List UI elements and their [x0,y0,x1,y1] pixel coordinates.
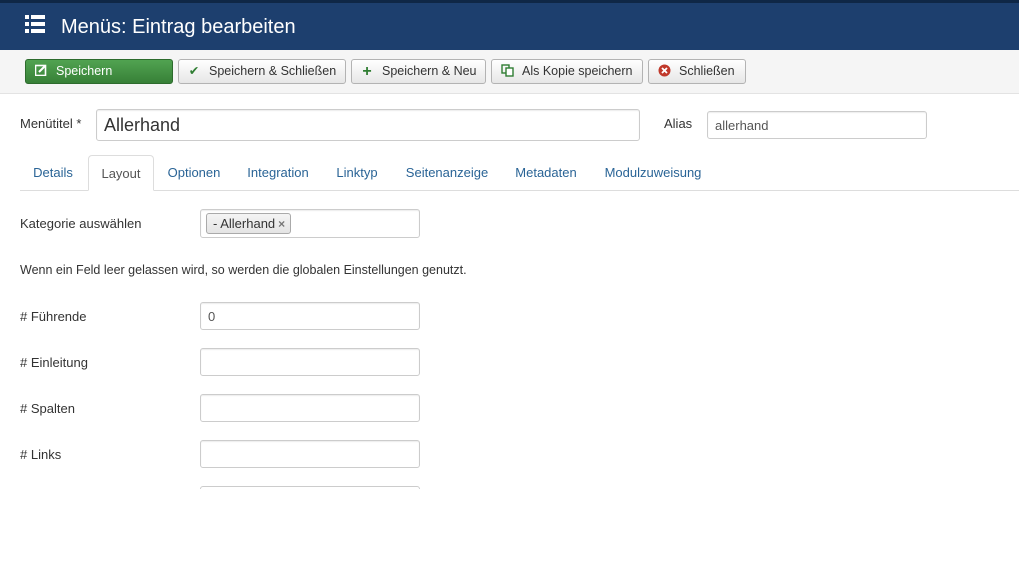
alias-input[interactable] [707,111,927,139]
check-icon: ✔ [188,64,200,78]
tab-bar: Details Layout Optionen Integration Link… [20,155,1019,191]
tab-module-assignment[interactable]: Modulzuweisung [590,155,716,191]
links-input[interactable] [200,440,420,468]
menu-title-input[interactable] [96,109,640,141]
edit-icon [26,60,56,83]
page-title: Menüs: Eintrag bearbeiten [61,16,296,38]
leading-label: # Führende [20,309,87,324]
tab-page-display[interactable]: Seitenanzeige [392,155,502,191]
alias-label: Alias [664,116,693,131]
plus-icon: + [362,63,372,80]
tab-link-type[interactable]: Linktyp [324,155,390,191]
copy-icon [492,60,522,83]
intro-label: # Einleitung [20,355,88,370]
tab-details[interactable]: Details [20,155,86,191]
save-new-button[interactable]: + Speichern & Neu [351,59,486,84]
category-chip[interactable]: - Allerhand × [206,213,292,234]
tab-layout[interactable]: Layout [88,155,154,191]
toolbar: Speichern ✔ Speichern & Schließen + Speich… [0,50,1019,94]
close-button[interactable]: Schließen [648,59,746,84]
tab-options[interactable]: Optionen [156,155,232,191]
category-label: Kategorie auswählen [20,216,142,231]
menu-title-label: Menütitel * [20,116,82,131]
tab-integration[interactable]: Integration [234,155,322,191]
save-copy-button[interactable]: Als Kopie speichern [491,59,643,84]
save-close-button[interactable]: ✔ Speichern & Schließen [178,59,346,84]
leading-input[interactable] [200,302,420,330]
next-field-clipped [200,486,420,489]
remove-icon[interactable]: × [278,217,285,231]
tab-metadata[interactable]: Metadaten [504,155,588,191]
save-button[interactable]: Speichern [25,59,173,84]
info-note: Wenn ein Feld leer gelassen wird, so wer… [20,263,467,277]
columns-label: # Spalten [20,401,75,416]
intro-input[interactable] [200,348,420,376]
links-label: # Links [20,447,62,462]
list-icon [25,15,45,35]
columns-input[interactable] [200,394,420,422]
cancel-icon [649,60,679,83]
page-header: Menüs: Eintrag bearbeiten [0,0,1019,50]
